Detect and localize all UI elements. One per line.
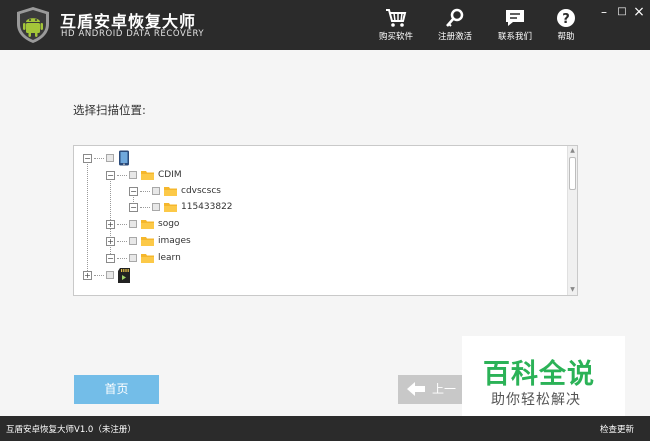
scan-location-tree[interactable]: − − CDIM − cdvscscs − 115433822 + sogo +…: [73, 145, 578, 296]
status-bar: 互盾安卓恢复大师V1.0（未注册） 检查更新: [0, 416, 650, 441]
nav-label: 购买软件: [378, 32, 413, 42]
collapse-toggle[interactable]: −: [83, 153, 92, 163]
app-subtitle: HD ANDROID DATA RECOVERY: [61, 29, 205, 39]
node-label: sogo: [158, 219, 180, 229]
android-shield-icon: [17, 7, 49, 43]
node-checkbox[interactable]: [106, 154, 114, 162]
tree-node-learn[interactable]: − learn: [106, 250, 181, 266]
key-icon: [446, 8, 464, 27]
expand-toggle[interactable]: +: [106, 236, 115, 246]
title-bar: 互盾安卓恢复大师 HD ANDROID DATA RECOVERY 购买软件 注…: [0, 0, 650, 50]
node-checkbox[interactable]: [152, 187, 160, 195]
collapse-toggle[interactable]: −: [106, 253, 115, 263]
node-checkbox[interactable]: [152, 203, 160, 211]
sd-card-icon: [118, 267, 130, 283]
register-button[interactable]: 注册激活: [427, 6, 483, 46]
scroll-thumb[interactable]: [569, 157, 576, 190]
node-label: images: [158, 236, 191, 246]
close-button[interactable]: ×: [632, 5, 646, 19]
expand-toggle[interactable]: +: [83, 270, 92, 280]
home-button[interactable]: 首页: [74, 375, 159, 404]
nav-label: 注册激活: [437, 32, 472, 42]
node-label: learn: [158, 253, 181, 263]
help-icon: ?: [557, 9, 575, 27]
version-status: 互盾安卓恢复大师V1.0（未注册）: [6, 425, 136, 435]
tree-node-sd-card[interactable]: +: [83, 267, 134, 283]
node-checkbox[interactable]: [106, 271, 114, 279]
maximize-button[interactable]: □: [615, 5, 629, 19]
scroll-up-arrow-icon[interactable]: ▲: [568, 146, 577, 156]
buy-software-button[interactable]: 购买软件: [368, 6, 424, 46]
tree-node-cdim[interactable]: − CDIM: [106, 167, 182, 183]
minimize-button[interactable]: –: [597, 5, 611, 19]
collapse-toggle[interactable]: −: [129, 202, 138, 212]
expand-toggle[interactable]: +: [106, 219, 115, 229]
tree-connector: [87, 160, 88, 275]
watermark-banner: 百科全说 助你轻松解决: [462, 336, 625, 416]
watermark-title: 百科全说: [483, 359, 595, 390]
tree-node-cdvscscs[interactable]: − cdvscscs: [129, 183, 221, 199]
node-label: 115433822: [181, 202, 233, 212]
nav-label: 帮助: [557, 32, 575, 42]
phone-icon: [119, 150, 129, 166]
folder-icon: [141, 237, 154, 246]
nav-label: 联系我们: [497, 32, 532, 42]
node-label: CDIM: [158, 170, 182, 180]
tree-node-phone[interactable]: −: [83, 150, 134, 166]
scan-location-label: 选择扫描位置:: [73, 103, 146, 117]
folder-icon: [164, 187, 177, 196]
chat-icon: [506, 10, 524, 26]
folder-icon: [164, 203, 177, 212]
folder-icon: [141, 220, 154, 229]
node-checkbox[interactable]: [129, 237, 137, 245]
tree-node-sogo[interactable]: + sogo: [106, 216, 179, 232]
shopping-cart-icon: [386, 9, 407, 27]
watermark-subtitle: 助你轻松解决: [491, 392, 581, 408]
check-update-link[interactable]: 检查更新: [600, 423, 634, 435]
folder-icon: [141, 171, 154, 180]
svg-text:?: ?: [562, 12, 570, 27]
collapse-toggle[interactable]: −: [106, 170, 115, 180]
help-button[interactable]: ? 帮助: [538, 6, 594, 46]
scroll-down-arrow-icon[interactable]: ▼: [568, 285, 577, 295]
node-checkbox[interactable]: [129, 220, 137, 228]
node-label: cdvscscs: [181, 186, 221, 196]
tree-node-115433822[interactable]: − 115433822: [129, 199, 233, 215]
tree-scrollbar[interactable]: ▲ ▼: [567, 146, 577, 295]
previous-button-label: 上一: [432, 382, 457, 396]
node-checkbox[interactable]: [129, 171, 137, 179]
contact-us-button[interactable]: 联系我们: [487, 6, 543, 46]
folder-icon: [141, 254, 154, 263]
arrow-left-icon: [407, 382, 425, 396]
collapse-toggle[interactable]: −: [129, 186, 138, 196]
node-checkbox[interactable]: [129, 254, 137, 262]
tree-node-images[interactable]: + images: [106, 233, 191, 249]
